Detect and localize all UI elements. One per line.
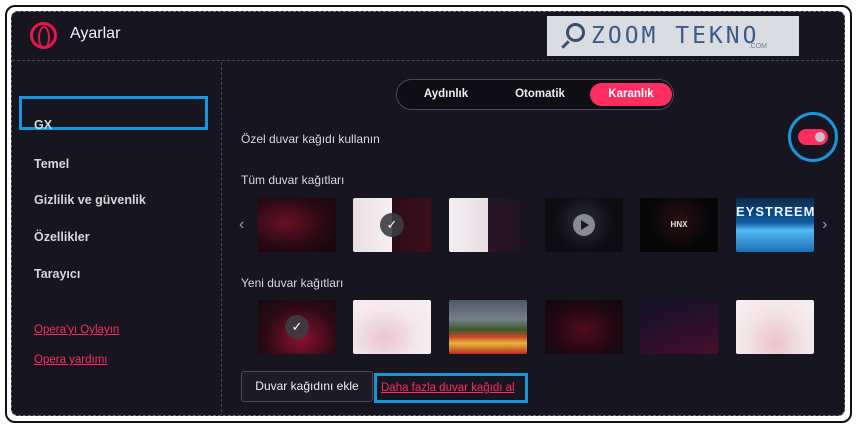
wallpaper-thumb[interactable] xyxy=(640,300,718,354)
all-wallpapers-heading: Tüm duvar kağıtları xyxy=(241,173,345,187)
wallpaper-thumb[interactable]: ✓ xyxy=(258,300,336,354)
wallpaper-thumb[interactable] xyxy=(449,198,527,252)
theme-auto-button[interactable]: Otomatik xyxy=(495,83,585,106)
theme-light-button[interactable]: Aydınlık xyxy=(401,83,491,106)
thumb-label: EYSTREEM xyxy=(736,204,814,219)
wallpaper-thumb[interactable]: HNX xyxy=(640,198,718,252)
custom-wallpaper-toggle[interactable] xyxy=(798,129,828,145)
sidebar-item-basic[interactable]: Temel xyxy=(34,157,69,171)
sidebar-item-privacy[interactable]: Gizlilik ve güvenlik xyxy=(34,193,146,207)
check-icon: ✓ xyxy=(380,213,404,237)
window-title: Ayarlar xyxy=(70,25,121,42)
rate-opera-link[interactable]: Opera'yı Oylayın xyxy=(34,324,119,336)
sidebar: GX Temel Gizlilik ve güvenlik Özellikler… xyxy=(12,62,222,415)
sidebar-item-features[interactable]: Özellikler xyxy=(34,230,90,244)
scroll-left-icon[interactable]: ‹ xyxy=(239,216,244,234)
settings-window: Ayarlar ZOOM TEKNO .COM GX Temel Gizlili… xyxy=(11,11,845,416)
theme-switcher: Aydınlık Otomatik Karanlık xyxy=(396,79,674,110)
wallpaper-thumb[interactable] xyxy=(545,300,623,354)
title-bar: Ayarlar ZOOM TEKNO .COM xyxy=(12,12,844,61)
wallpaper-thumb[interactable] xyxy=(353,300,431,354)
wallpaper-thumb[interactable] xyxy=(736,300,814,354)
get-more-wallpapers-link[interactable]: Daha fazla duvar kağıdı al xyxy=(381,382,515,394)
theme-dark-button[interactable]: Karanlık xyxy=(590,83,672,106)
sidebar-item-gx[interactable]: GX xyxy=(34,118,52,132)
scroll-right-icon[interactable]: › xyxy=(822,216,827,234)
wallpaper-thumb[interactable]: EYSTREEM xyxy=(736,198,814,252)
play-icon xyxy=(573,214,595,236)
toggle-knob xyxy=(815,132,825,142)
check-icon: ✓ xyxy=(285,315,309,339)
watermark-sub: .COM xyxy=(748,43,767,50)
opera-help-link[interactable]: Opera yardımı xyxy=(34,354,108,366)
wallpaper-thumb[interactable] xyxy=(449,300,527,354)
sidebar-item-browser[interactable]: Tarayıcı xyxy=(34,267,80,281)
custom-wallpaper-label: Özel duvar kağıdı kullanın xyxy=(241,132,380,146)
magnifier-icon xyxy=(559,23,585,49)
new-wallpapers-heading: Yeni duvar kağıtları xyxy=(241,276,344,290)
watermark: ZOOM TEKNO .COM xyxy=(547,16,799,56)
wallpaper-thumb[interactable] xyxy=(258,198,336,252)
wallpaper-thumb[interactable]: ✓ xyxy=(353,198,431,252)
opera-gx-logo-icon xyxy=(30,22,57,49)
watermark-text: ZOOM TEKNO xyxy=(591,23,760,49)
wallpaper-thumb[interactable] xyxy=(545,198,623,252)
add-wallpaper-button[interactable]: Duvar kağıdını ekle xyxy=(241,371,373,402)
thumb-label: HNX xyxy=(670,220,688,229)
